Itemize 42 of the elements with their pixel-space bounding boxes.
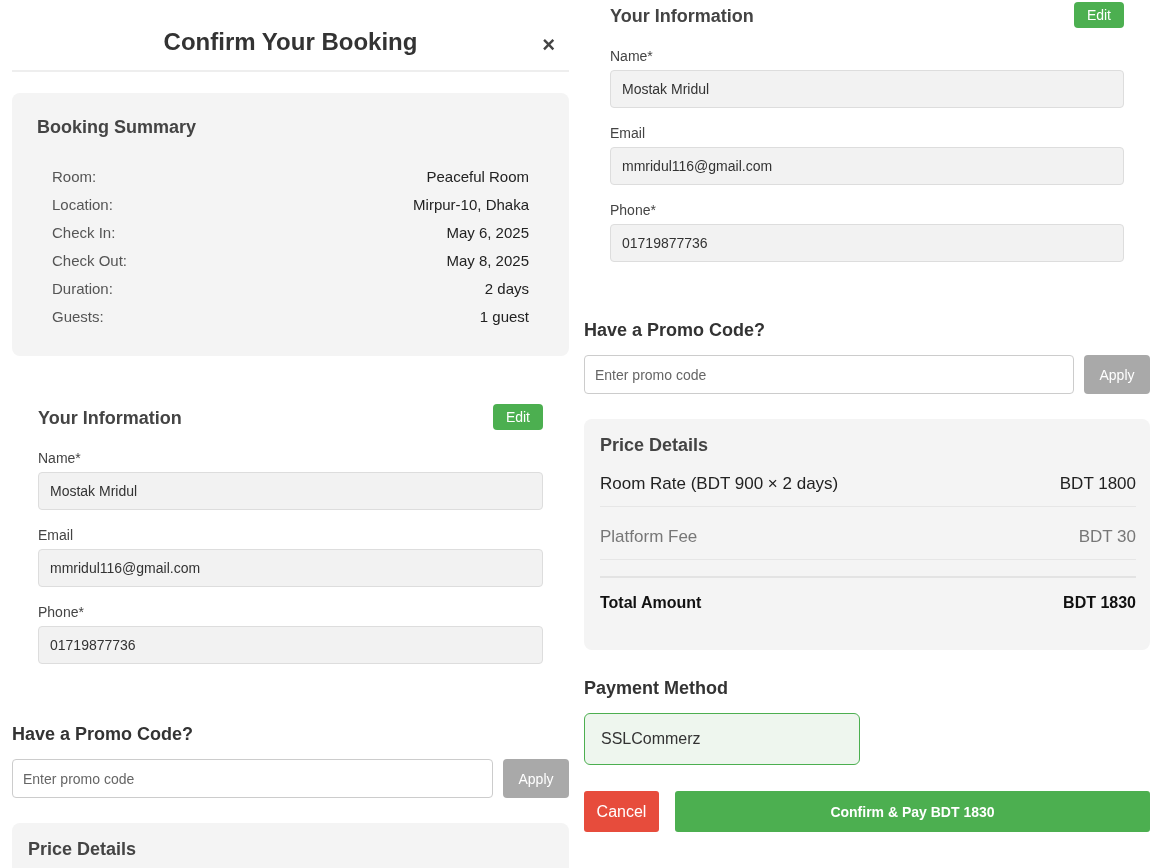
summary-label: Check Out: — [52, 251, 128, 269]
section-title: Price Details — [28, 839, 138, 860]
summary-label: Duration: — [52, 279, 113, 297]
summary-label: Check In: — [52, 223, 116, 241]
field-label: Phone* — [610, 202, 657, 218]
payment-option[interactable]: SSLCommerz — [584, 713, 860, 765]
field-label: Email — [610, 125, 646, 141]
price-label: Total Amount — [600, 594, 702, 612]
summary-value: 2 days — [484, 279, 529, 297]
price-value: BDT 30 — [1078, 527, 1136, 547]
field-label: Phone* — [38, 604, 85, 620]
price-label: Room Rate (BDT 900 × 2 days) — [600, 474, 839, 494]
section-title: Have a Promo Code? — [12, 724, 195, 745]
dialog-title: Confirm Your Booking — [163, 28, 418, 56]
section-title: Your Information — [610, 6, 754, 27]
summary-value: Mirpur-10, Dhaka — [413, 195, 529, 213]
field-label: Name* — [610, 48, 654, 64]
close-button[interactable]: × — [542, 34, 555, 56]
input-field[interactable]: Mostak Mridul — [38, 472, 543, 510]
field-label: Name* — [38, 450, 82, 466]
section-title: Have a Promo Code? — [584, 320, 767, 341]
summary-value: May 8, 2025 — [446, 251, 529, 269]
section-title: Payment Method — [584, 678, 730, 699]
input-field[interactable]: 01719877736 — [38, 626, 543, 664]
cancel-button[interactable]: Cancel — [584, 791, 659, 832]
summary-value: May 6, 2025 — [446, 223, 529, 241]
price-value: BDT 1800 — [1059, 474, 1136, 494]
input-field[interactable]: mmridul116@gmail.com — [38, 549, 543, 587]
summary-label: Room: — [52, 167, 97, 185]
field-label: Email — [38, 527, 74, 543]
input-field[interactable]: mmridul116@gmail.com — [610, 147, 1124, 185]
summary-value: Peaceful Room — [426, 167, 529, 185]
section-title: Price Details — [600, 435, 710, 456]
summary-label: Guests: — [52, 307, 104, 325]
section-title: Your Information — [38, 408, 182, 429]
price-label: Platform Fee — [600, 527, 698, 547]
price-value: BDT 1830 — [1063, 594, 1136, 612]
input-field[interactable]: 01719877736 — [610, 224, 1124, 262]
summary-label: Location: — [52, 195, 113, 213]
section-title: Booking Summary — [37, 117, 198, 138]
input-field[interactable]: Mostak Mridul — [610, 70, 1124, 108]
summary-value: 1 guest — [479, 307, 529, 325]
